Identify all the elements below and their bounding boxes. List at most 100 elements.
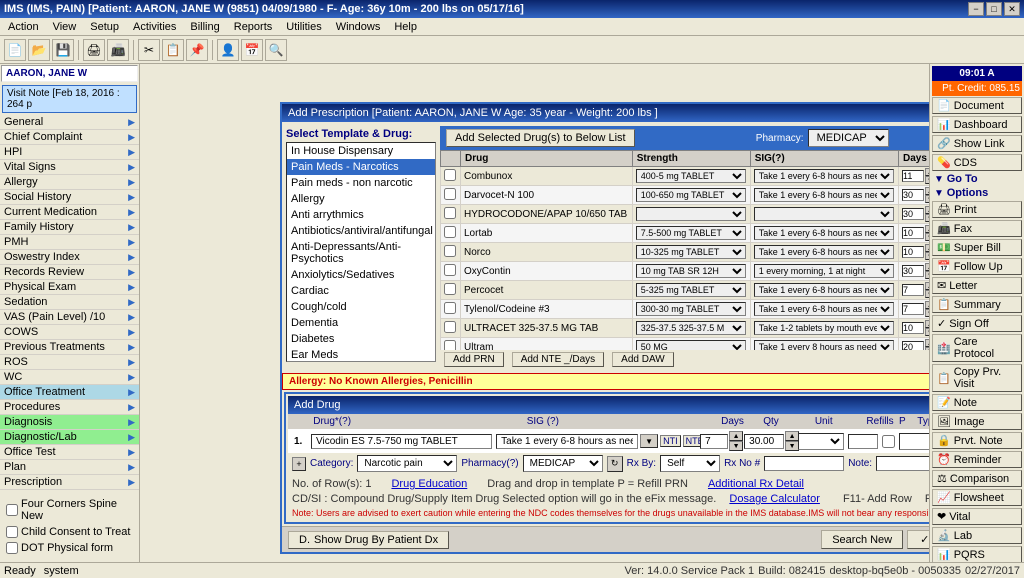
note-button[interactable]: 📝 Note — [932, 394, 1022, 411]
menu-view[interactable]: View — [47, 20, 83, 34]
flowsheet-button[interactable]: 📈 Flowsheet — [932, 489, 1022, 506]
unit-select[interactable] — [798, 433, 844, 450]
sig-select-9[interactable]: Take 1 every 8 hours as needed — [754, 340, 894, 350]
image-button[interactable]: 🖼 Image — [932, 413, 1022, 430]
pharmacy-select2[interactable]: MEDICAP — [523, 455, 603, 472]
rx-by-select[interactable]: Self — [660, 455, 720, 472]
menu-help[interactable]: Help — [388, 20, 423, 34]
days-input-9[interactable] — [902, 341, 924, 350]
days-up-0[interactable]: ▲ — [925, 168, 929, 176]
days-up-2[interactable]: ▲ — [925, 206, 929, 214]
sig-dropdown-btn[interactable]: ▼ — [640, 434, 658, 448]
drug-name-input[interactable] — [311, 434, 492, 449]
comparison-button[interactable]: ⚖ Comparison — [932, 470, 1022, 487]
search-new-button[interactable]: Search New — [821, 530, 903, 549]
print-button[interactable]: 🖨 Print — [932, 201, 1022, 218]
sig-select-5[interactable]: 1 every morning, 1 at night — [754, 264, 894, 278]
days-up-4[interactable]: ▲ — [925, 244, 929, 252]
days-up-1[interactable]: ▲ — [925, 187, 929, 195]
sidebar-item-allergy[interactable]: Allergy ▶ — [0, 175, 139, 190]
sig-select-7[interactable]: Take 1 every 6-8 hours as needed — [754, 302, 894, 316]
note-input[interactable] — [876, 456, 929, 471]
sidebar-item-chief-complaint[interactable]: Chief Complaint ▶ — [0, 130, 139, 145]
pqrs-button[interactable]: 📊 PQRS — [932, 546, 1022, 562]
template-in-house[interactable]: In House Dispensary — [287, 143, 435, 159]
table-row[interactable]: Ultram 50 MG Take 1 every 8 hours as nee… — [441, 338, 930, 351]
sig-select-6[interactable]: Take 1 every 6-8 hours as needed — [754, 283, 894, 297]
days-up-9[interactable]: ▲ — [925, 339, 929, 347]
strength-select-7[interactable]: 300-30 mg TABLET — [636, 302, 746, 316]
template-anxiolytics[interactable]: Anxiolytics/Sedatives — [287, 267, 435, 283]
toolbar-paste[interactable]: 📌 — [186, 39, 208, 61]
strength-select-1[interactable]: 100-650 mg TABLET — [636, 188, 746, 202]
sidebar-item-diagnostic-lab[interactable]: Diagnostic/Lab ▶ — [0, 430, 139, 445]
minimize-btn[interactable]: − — [968, 2, 984, 16]
add-daw-button[interactable]: Add DAW — [612, 352, 674, 367]
template-antibiotics[interactable]: Antibiotics/antiviral/antifungal — [287, 223, 435, 239]
template-dementia[interactable]: Dementia — [287, 315, 435, 331]
table-row[interactable]: Darvocet-N 100 100-650 mg TABLET Take 1 … — [441, 186, 930, 205]
sidebar-item-records-review[interactable]: Records Review ▶ — [0, 265, 139, 280]
category-select[interactable]: Narcotic pain — [357, 455, 457, 472]
template-pain-non-narcotic[interactable]: Pain meds - non narcotic — [287, 175, 435, 191]
drug-checkbox-1[interactable] — [444, 188, 456, 200]
days-input-8[interactable] — [902, 322, 924, 334]
sidebar-item-office-test[interactable]: Office Test ▶ — [0, 445, 139, 460]
template-anti-depressants[interactable]: Anti-Depressants/Anti-Psychotics — [287, 239, 435, 267]
drug-table-container[interactable]: Drug Strength SIG(?) Days Qty. Refill — [440, 150, 929, 350]
qty-down-btn[interactable]: ▼ — [785, 441, 799, 451]
drug-checkbox-7[interactable] — [444, 302, 456, 314]
visit-note[interactable]: Visit Note [Feb 18, 2016 : 264 p — [2, 85, 137, 113]
days-input-0[interactable] — [902, 170, 924, 182]
days-input-1[interactable] — [902, 189, 924, 201]
days-input-6[interactable] — [902, 284, 924, 296]
sidebar-item-pmh[interactable]: PMH ▶ — [0, 235, 139, 250]
days-input-3[interactable] — [902, 227, 924, 239]
days-up-8[interactable]: ▲ — [925, 320, 929, 328]
sidebar-item-current-medication[interactable]: Current Medication ▶ — [0, 205, 139, 220]
toolbar-copy[interactable]: 📋 — [162, 39, 184, 61]
nti-button[interactable]: NTI — [660, 435, 681, 447]
days-up-btn[interactable]: ▲ — [729, 431, 743, 441]
days-input[interactable] — [700, 434, 728, 449]
cds-button[interactable]: 💊 CDS — [932, 154, 1022, 171]
close-btn[interactable]: ✕ — [1004, 2, 1020, 16]
days-input-4[interactable] — [902, 246, 924, 258]
table-row[interactable]: Combunox 400-5 mg TABLET Take 1 every 6-… — [441, 167, 930, 186]
days-input-5[interactable] — [902, 265, 924, 277]
days-down-0[interactable]: ▼ — [925, 176, 929, 184]
days-down-btn[interactable]: ▼ — [729, 441, 743, 451]
toolbar-calendar[interactable]: 📅 — [241, 39, 263, 61]
template-cough[interactable]: Cough/cold — [287, 299, 435, 315]
show-drug-button[interactable]: D. Show Drug By Patient Dx — [288, 531, 449, 549]
table-row[interactable]: HYDROCODONE/APAP 10/650 TAB ▲ ▼ — [441, 205, 930, 224]
drug-checkbox-6[interactable] — [444, 283, 456, 295]
drug-checkbox-8[interactable] — [444, 321, 456, 333]
four-corners-check[interactable] — [6, 504, 18, 516]
restore-btn[interactable]: □ — [986, 2, 1002, 16]
pharmacy-refresh-btn[interactable]: ↻ — [607, 456, 623, 472]
menu-windows[interactable]: Windows — [330, 20, 387, 34]
rx-no-input[interactable] — [764, 456, 844, 471]
toolbar-search[interactable]: 🔍 — [265, 39, 287, 61]
sidebar-item-previous-treatments[interactable]: Previous Treatments ▶ — [0, 340, 139, 355]
dosage-calc-link[interactable]: Dosage Calculator — [729, 493, 820, 505]
sidebar-item-diagnosis[interactable]: Diagnosis ▶ — [0, 415, 139, 430]
show-link-button[interactable]: 🔗 Show Link — [932, 135, 1022, 152]
drug-checkbox-3[interactable] — [444, 226, 456, 238]
strength-select-9[interactable]: 50 MG — [636, 340, 746, 350]
drug-checkbox-9[interactable] — [444, 340, 456, 351]
sig-select-8[interactable]: Take 1-2 tablets by mouth every 4 — [754, 321, 894, 335]
drug-checkbox-0[interactable] — [444, 169, 456, 181]
days-input-7[interactable] — [902, 303, 924, 315]
sig-select-1[interactable]: Take 1 every 6-8 hours as needed — [754, 188, 894, 202]
days-down-7[interactable]: ▼ — [925, 309, 929, 317]
days-down-4[interactable]: ▼ — [925, 252, 929, 260]
dashboard-button[interactable]: 📊 Dashboard — [932, 116, 1022, 133]
sidebar-item-plan[interactable]: Plan ▶ — [0, 460, 139, 475]
sig-select-3[interactable]: Take 1 every 6-8 hours as needed — [754, 226, 894, 240]
days-up-3[interactable]: ▲ — [925, 225, 929, 233]
table-row[interactable]: Norco 10-325 mg TABLET Take 1 every 6-8 … — [441, 243, 930, 262]
drug-education-link[interactable]: Drug Education — [391, 478, 467, 490]
template-cardiac[interactable]: Cardiac — [287, 283, 435, 299]
